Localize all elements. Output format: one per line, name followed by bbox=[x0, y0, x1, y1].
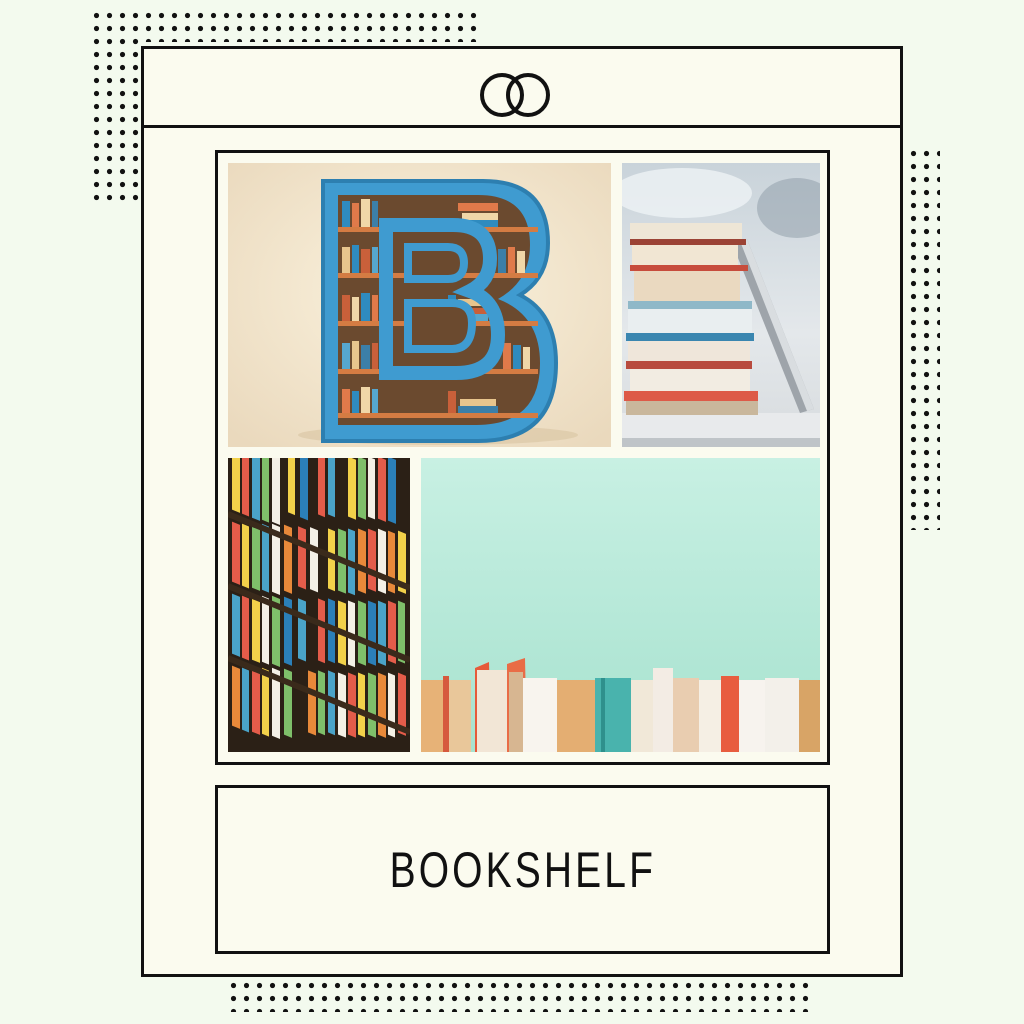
interlocking-rings-icon bbox=[478, 70, 554, 124]
dot-pattern-bottom bbox=[230, 982, 815, 1012]
book-stack-laptop-photo bbox=[622, 163, 820, 447]
card-header bbox=[144, 49, 900, 128]
page-title: BOOKSHELF bbox=[389, 841, 656, 898]
dot-pattern-right bbox=[910, 150, 940, 530]
letter-b-bookshelf-photo bbox=[228, 163, 611, 447]
bookshelf-card: BOOKSHELF bbox=[141, 46, 903, 977]
title-box: BOOKSHELF bbox=[215, 785, 830, 954]
books-row-mint-wall-photo bbox=[421, 458, 820, 752]
photo-gallery bbox=[215, 150, 830, 765]
library-shelves-photo bbox=[228, 458, 410, 752]
